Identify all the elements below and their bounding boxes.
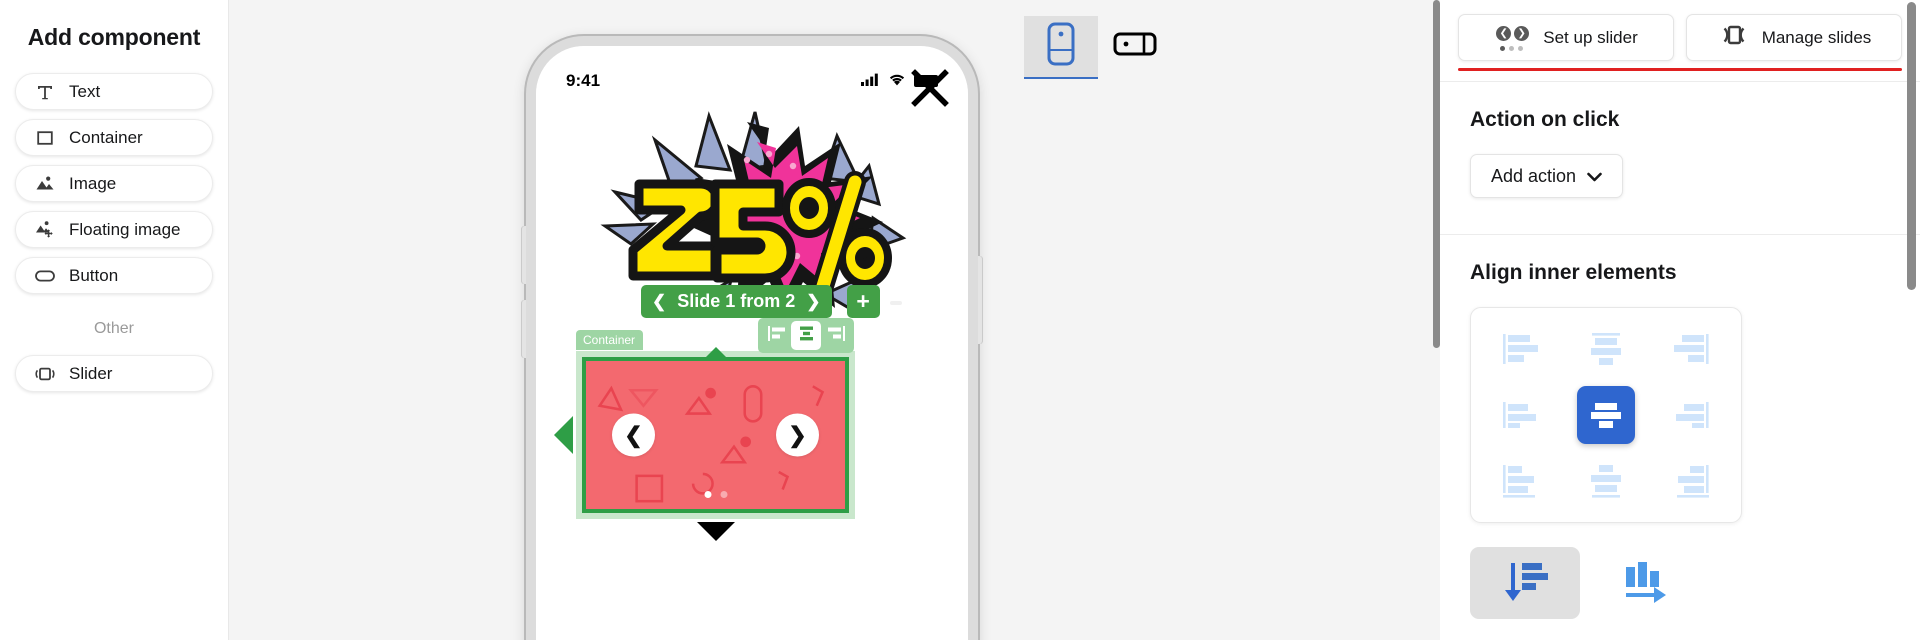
sidebar-title: Add component — [27, 24, 201, 50]
stack-direction-buttons — [1470, 547, 1890, 619]
align-center-icon — [797, 325, 816, 347]
section-title-align: Align inner elements — [1470, 261, 1677, 284]
component-item-container[interactable]: Container — [15, 119, 213, 156]
canvas-align-right-button[interactable] — [821, 321, 851, 350]
slide-control-bar: ❮ Slide 1 from 2 ❯ + — [641, 285, 902, 318]
slide-label: Slide 1 from 2 — [677, 291, 796, 311]
tab-label: Manage slides — [1761, 27, 1872, 47]
phone-preview: 9:41 ❮ Slide 1 from 2 ❯ + Container ❮ ❯ — [522, 36, 982, 640]
section-title-action: Action on click — [1470, 108, 1620, 131]
component-list: Text Container Image Floating image Butt… — [0, 51, 228, 392]
component-item-floating-image[interactable]: Floating image — [15, 211, 213, 248]
device-toggle — [1024, 16, 1172, 79]
align-cell-middle-center[interactable] — [1576, 386, 1635, 444]
slide-prev-button[interactable]: ❮ — [652, 293, 666, 310]
slider-icon — [34, 363, 56, 385]
add-action-label: Add action — [1491, 165, 1577, 186]
other-section-label: Other — [93, 320, 134, 337]
power-button[interactable] — [978, 256, 982, 344]
add-component-sidebar: Add component Text Container Image Float… — [0, 0, 229, 640]
active-tab-underline — [1458, 68, 1902, 71]
selection-box[interactable]: ❮ ❯ — [554, 347, 855, 541]
signal-icon — [861, 71, 880, 91]
canvas-align-center-button[interactable] — [791, 321, 821, 350]
align-cell-top-center[interactable] — [1564, 316, 1649, 382]
chevron-down-icon — [1587, 166, 1602, 187]
align-cell-bottom-left[interactable] — [1479, 448, 1564, 514]
button-icon — [34, 265, 56, 287]
add-slide-button[interactable]: + — [846, 285, 880, 318]
canvas-align-left-button[interactable] — [761, 321, 791, 350]
properties-panel-scrollbar[interactable] — [1907, 2, 1916, 290]
stack-horizontal-icon — [1622, 559, 1668, 608]
stack-vertical-button[interactable] — [1470, 547, 1580, 619]
component-item-image[interactable]: Image — [15, 165, 213, 202]
align-cell-bottom-center[interactable] — [1564, 448, 1649, 514]
canvas-scrollbar[interactable] — [1433, 0, 1440, 348]
properties-tabs: ❮ ❯ Set up slider Manage slides — [1440, 0, 1920, 61]
component-label: Container — [69, 127, 143, 147]
align-inner-elements-section: Align inner elements — [1440, 235, 1920, 640]
stack-horizontal-button[interactable] — [1590, 547, 1700, 619]
tab-manage-slides[interactable]: Manage slides — [1686, 14, 1902, 61]
editor-canvas: 9:41 ❮ Slide 1 from 2 ❯ + Container ❮ ❯ — [229, 0, 1440, 640]
component-item-text[interactable]: Text — [15, 73, 213, 110]
component-label: Floating image — [69, 219, 181, 239]
component-label: Text — [69, 81, 101, 101]
component-item-slider[interactable]: Slider — [15, 355, 213, 392]
component-label: Button — [69, 265, 119, 285]
properties-panel: ❮ ❯ Set up slider Manage slides Action o… — [1440, 0, 1920, 640]
align-grid — [1470, 307, 1742, 523]
slider-dots — [704, 491, 727, 498]
align-cell-middle-left[interactable] — [1479, 382, 1564, 448]
device-toggle-landscape[interactable] — [1098, 16, 1172, 79]
status-bar: 9:41 — [536, 68, 968, 94]
selection-tag: Container — [576, 330, 644, 350]
component-label: Slider — [69, 363, 113, 383]
resize-handle-left[interactable] — [554, 416, 573, 454]
slider-dot-active[interactable] — [704, 491, 711, 498]
align-cell-top-right[interactable] — [1648, 316, 1733, 382]
status-time: 9:41 — [566, 71, 601, 90]
phone-portrait-icon — [1046, 22, 1076, 71]
align-right-icon — [827, 325, 846, 347]
add-action-button[interactable]: Add action — [1470, 154, 1624, 198]
volume-down-button[interactable] — [522, 300, 526, 358]
slider-placeholder: ❮ ❯ — [582, 357, 849, 513]
device-toggle-portrait[interactable] — [1024, 16, 1098, 79]
slider-setup-icon: ❮ ❯ — [1494, 23, 1532, 53]
slider-prev-button[interactable]: ❮ — [612, 413, 655, 457]
image-icon — [34, 173, 56, 195]
slide-next-button[interactable]: ❯ — [806, 293, 820, 310]
action-on-click-section: Action on click Add action — [1440, 82, 1920, 224]
align-cell-top-left[interactable] — [1479, 316, 1564, 382]
component-item-button[interactable]: Button — [15, 257, 213, 294]
align-cell-middle-right[interactable] — [1648, 382, 1733, 448]
text-icon — [34, 81, 56, 103]
close-icon[interactable] — [908, 66, 952, 115]
component-label: Image — [69, 173, 117, 193]
slider-next-button[interactable]: ❯ — [776, 413, 819, 457]
floating-image-icon — [34, 219, 56, 241]
phone-landscape-icon — [1113, 29, 1157, 64]
tab-set-up-slider[interactable]: ❮ ❯ Set up slider — [1458, 14, 1674, 61]
container-icon — [34, 127, 56, 149]
slider-dot[interactable] — [720, 491, 727, 498]
resize-handle-bottom[interactable] — [697, 522, 735, 541]
stack-vertical-icon — [1502, 559, 1548, 608]
align-cell-bottom-right[interactable] — [1648, 448, 1733, 514]
align-left-icon — [767, 325, 786, 347]
slide-indicator[interactable]: ❮ Slide 1 from 2 ❯ — [641, 285, 832, 318]
slide-divider — [890, 301, 902, 305]
canvas-align-toolbar — [758, 318, 854, 353]
wifi-icon — [888, 71, 906, 91]
manage-slides-icon — [1717, 24, 1751, 51]
volume-up-button[interactable] — [522, 226, 526, 284]
phone-screen: 9:41 ❮ Slide 1 from 2 ❯ + Container ❮ ❯ — [536, 46, 968, 640]
tab-label: Set up slider — [1543, 27, 1638, 47]
